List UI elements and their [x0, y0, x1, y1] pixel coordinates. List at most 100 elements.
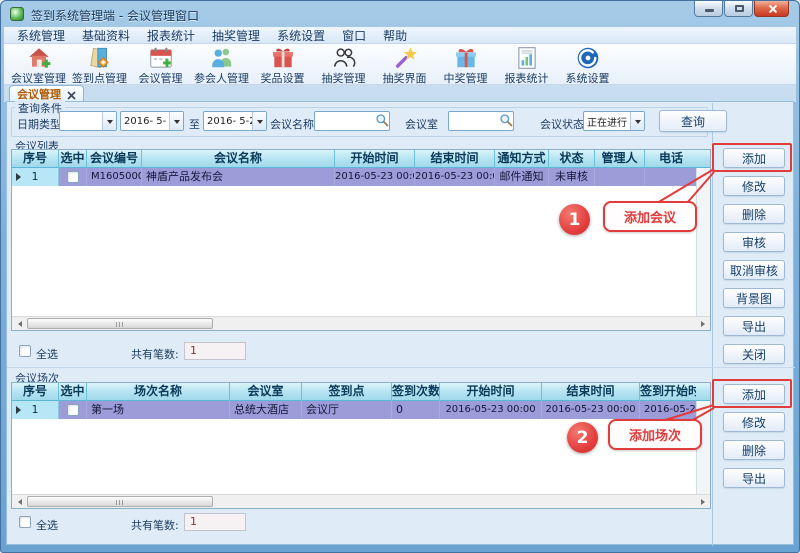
minimize-button[interactable] — [694, 1, 723, 17]
meeting-room-input[interactable] — [449, 113, 499, 129]
meeting-row[interactable]: 1 M16050001 神盾产品发布会 2016-05-23 00:00 201… — [12, 168, 710, 186]
column-header-meeting-name[interactable]: 会议名称 — [142, 150, 335, 168]
edit-session-button[interactable]: 修改 — [723, 412, 785, 432]
toolbar-item-prize-settings[interactable]: 奖品设置 — [252, 45, 313, 86]
menu-item-system-settings[interactable]: 系统设置 — [277, 27, 325, 44]
chevron-down-icon[interactable] — [630, 112, 644, 130]
cancel-approve-button[interactable]: 取消审核 — [723, 260, 785, 280]
close-button[interactable] — [754, 1, 789, 17]
select-all-checkbox[interactable] — [19, 345, 31, 357]
menu-item-window[interactable]: 窗口 — [342, 27, 366, 44]
column-header-start-time[interactable]: 开始时间 — [440, 383, 542, 401]
date-type-select[interactable] — [59, 111, 117, 131]
cell-selected — [59, 168, 87, 186]
approve-button[interactable]: 审核 — [723, 232, 785, 252]
toolbar-item-meeting-room-mgmt[interactable]: 会议室管理 — [8, 45, 69, 86]
scroll-left-icon[interactable] — [13, 318, 26, 329]
column-header-selected[interactable]: 选中 — [59, 383, 87, 401]
column-header-end-time[interactable]: 结束时间 — [415, 150, 495, 168]
scrollbar-thumb[interactable] — [27, 496, 213, 507]
current-row-indicator-icon — [16, 173, 21, 181]
chevron-down-icon[interactable] — [252, 112, 266, 130]
chevron-down-icon[interactable] — [102, 112, 116, 130]
date-from-picker[interactable]: 2016- 5- 1 — [120, 111, 184, 131]
annotation-step2-bubble: 添加场次 — [608, 419, 702, 450]
toolbar-item-attendee-mgmt[interactable]: 参会人管理 — [191, 45, 252, 86]
search-icon[interactable] — [499, 112, 513, 131]
export-sessions-button[interactable]: 导出 — [723, 468, 785, 488]
select-all-label: 全选 — [36, 346, 58, 362]
column-header-checkin-start-time[interactable]: 签到开始时间 — [640, 383, 696, 401]
annotation-step2-badge: 2 — [567, 422, 598, 453]
column-header-session-name[interactable]: 场次名称 — [87, 383, 230, 401]
row-checkbox[interactable] — [67, 404, 79, 416]
menu-item-lottery-management[interactable]: 抽奖管理 — [212, 27, 260, 44]
edit-meeting-button[interactable]: 修改 — [723, 176, 785, 196]
cell-seq: 1 — [12, 168, 59, 186]
vertical-scrollbar[interactable] — [696, 168, 710, 316]
date-from-value: 2016- 5- 1 — [121, 116, 169, 127]
meeting-name-input[interactable] — [315, 113, 375, 129]
close-panel-button[interactable]: 关闭 — [723, 344, 785, 364]
column-header-selected[interactable]: 选中 — [59, 150, 87, 168]
toolbar-item-winner-mgmt[interactable]: 中奖管理 — [435, 45, 496, 86]
date-to-picker[interactable]: 2016- 5-23 — [203, 111, 267, 131]
column-header-notify-method[interactable]: 通知方式 — [495, 150, 549, 168]
scroll-right-icon[interactable] — [696, 318, 709, 329]
meeting-room-icon — [26, 45, 52, 71]
toolbar-item-meeting-mgmt[interactable]: 会议管理 — [130, 45, 191, 86]
column-header-end-time[interactable]: 结束时间 — [542, 383, 640, 401]
column-header-checkin-count[interactable]: 签到次数 — [392, 383, 440, 401]
column-header-checkin-point[interactable]: 签到点 — [302, 383, 392, 401]
cell-selected — [59, 401, 87, 419]
select-all-checkbox[interactable] — [19, 516, 31, 528]
delete-session-button[interactable]: 删除 — [723, 440, 785, 460]
horizontal-scrollbar[interactable] — [12, 494, 710, 508]
total-count-label: 共有笔数: — [131, 346, 179, 362]
window-title: 签到系统管理端 - 会议管理窗口 — [31, 7, 199, 24]
column-header-status[interactable]: 状态 — [549, 150, 595, 168]
search-button[interactable]: 查询 — [659, 110, 727, 132]
lottery-wand-icon — [392, 45, 418, 71]
cell-checkin-count: 0 — [392, 401, 440, 419]
maximize-button[interactable] — [724, 1, 753, 17]
cell-meeting-room: 总统大酒店 — [230, 401, 302, 419]
menu-item-report-statistics[interactable]: 报表统计 — [147, 27, 195, 44]
delete-meeting-button[interactable]: 删除 — [723, 204, 785, 224]
annotation-highlight-add-session — [712, 379, 792, 408]
search-icon[interactable] — [375, 112, 389, 131]
toolbar-item-checkin-point-mgmt[interactable]: 签到点管理 — [69, 45, 130, 86]
menu-item-basic-data[interactable]: 基础资料 — [82, 27, 130, 44]
annotation-highlight-add-meeting — [712, 143, 792, 172]
export-meetings-button[interactable]: 导出 — [723, 316, 785, 336]
toolbar-label: 抽奖界面 — [383, 70, 427, 86]
scroll-left-icon[interactable] — [13, 496, 26, 507]
toolbar-item-system-settings[interactable]: 系统设置 — [557, 45, 618, 86]
chevron-down-icon[interactable] — [169, 112, 183, 130]
column-header-meeting-code[interactable]: 会议编号 — [87, 150, 142, 168]
cell-checkin-start-time: 2016-05-23 00: — [640, 401, 696, 419]
cell-meeting-code: M16050001 — [87, 168, 142, 186]
row-checkbox[interactable] — [67, 171, 79, 183]
scroll-right-icon[interactable] — [696, 496, 709, 507]
column-header-seq[interactable]: 序号 — [12, 150, 59, 168]
column-header-meeting-room[interactable]: 会议室 — [230, 383, 302, 401]
meeting-status-label: 会议状态 — [540, 116, 584, 132]
menu-item-system-management[interactable]: 系统管理 — [17, 27, 65, 44]
background-image-button[interactable]: 背景图 — [723, 288, 785, 308]
column-header-phone[interactable]: 电话 — [645, 150, 697, 168]
meeting-status-select[interactable]: 正在进行 — [583, 111, 645, 131]
toolbar-item-report-stats[interactable]: 报表统计 — [496, 45, 557, 86]
scrollbar-thumb[interactable] — [27, 318, 213, 329]
meeting-name-search — [314, 111, 390, 131]
toolbar-label: 抽奖管理 — [322, 70, 366, 86]
menu-item-help[interactable]: 帮助 — [383, 27, 407, 44]
column-header-seq[interactable]: 序号 — [12, 383, 59, 401]
toolbar-item-lottery-ui[interactable]: 抽奖界面 — [374, 45, 435, 86]
horizontal-scrollbar[interactable] — [12, 316, 710, 330]
column-header-manager[interactable]: 管理人 — [595, 150, 645, 168]
session-row[interactable]: 1 第一场 总统大酒店 会议厅 0 2016-05-23 00:00 2016-… — [12, 401, 710, 419]
toolbar-item-lottery-mgmt[interactable]: 抽奖管理 — [313, 45, 374, 86]
title-bar[interactable]: 签到系统管理端 - 会议管理窗口 — [1, 1, 799, 27]
column-header-start-time[interactable]: 开始时间 — [335, 150, 415, 168]
